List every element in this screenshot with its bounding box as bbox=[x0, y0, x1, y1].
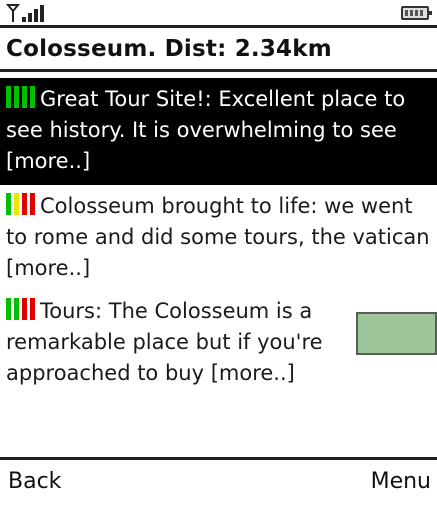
phone-screen: Colosseum. Dist: 2.34km Great Tour Site!… bbox=[0, 0, 437, 505]
antenna-signal-icon bbox=[6, 4, 44, 22]
overlay-box bbox=[356, 312, 437, 355]
more-link[interactable]: [more..] bbox=[6, 256, 90, 280]
rating-bar bbox=[30, 193, 35, 215]
rating-bars-icon bbox=[6, 193, 35, 215]
rating-bar bbox=[30, 86, 35, 108]
review-title: Great Tour Site! bbox=[40, 87, 205, 111]
rating-bar bbox=[14, 298, 19, 320]
review-item[interactable]: Great Tour Site!: Excellent place to see… bbox=[0, 78, 437, 185]
rating-bar bbox=[14, 193, 19, 215]
rating-bar bbox=[6, 193, 11, 215]
rating-bar bbox=[22, 86, 27, 108]
page-title: Colosseum. Dist: 2.34km bbox=[6, 35, 332, 62]
review-text: Great Tour Site!: Excellent place to see… bbox=[6, 87, 406, 173]
menu-softkey[interactable]: Menu bbox=[371, 469, 431, 494]
status-bar bbox=[0, 0, 437, 28]
review-text: Tours: The Colosseum is a remarkable pla… bbox=[6, 299, 323, 385]
back-softkey[interactable]: Back bbox=[8, 469, 61, 494]
rating-bars-icon bbox=[6, 298, 35, 320]
rating-bar bbox=[22, 193, 27, 215]
more-link[interactable]: [more..] bbox=[6, 149, 90, 173]
rating-bar bbox=[30, 298, 35, 320]
review-item[interactable]: Colosseum brought to life: we went to ro… bbox=[0, 185, 437, 290]
review-text: Colosseum brought to life: we went to ro… bbox=[6, 194, 430, 280]
rating-bar bbox=[6, 86, 11, 108]
battery-icon bbox=[401, 6, 432, 20]
rating-bar bbox=[6, 298, 11, 320]
title-bar: Colosseum. Dist: 2.34km bbox=[0, 28, 437, 72]
review-title: Colosseum brought to life bbox=[40, 194, 311, 218]
rating-bar bbox=[14, 86, 19, 108]
rating-bars-icon bbox=[6, 86, 35, 108]
softkey-bar: Back Menu bbox=[0, 457, 437, 505]
more-link[interactable]: [more..] bbox=[211, 361, 295, 385]
rating-bar bbox=[22, 298, 27, 320]
review-title: Tours bbox=[40, 299, 95, 323]
